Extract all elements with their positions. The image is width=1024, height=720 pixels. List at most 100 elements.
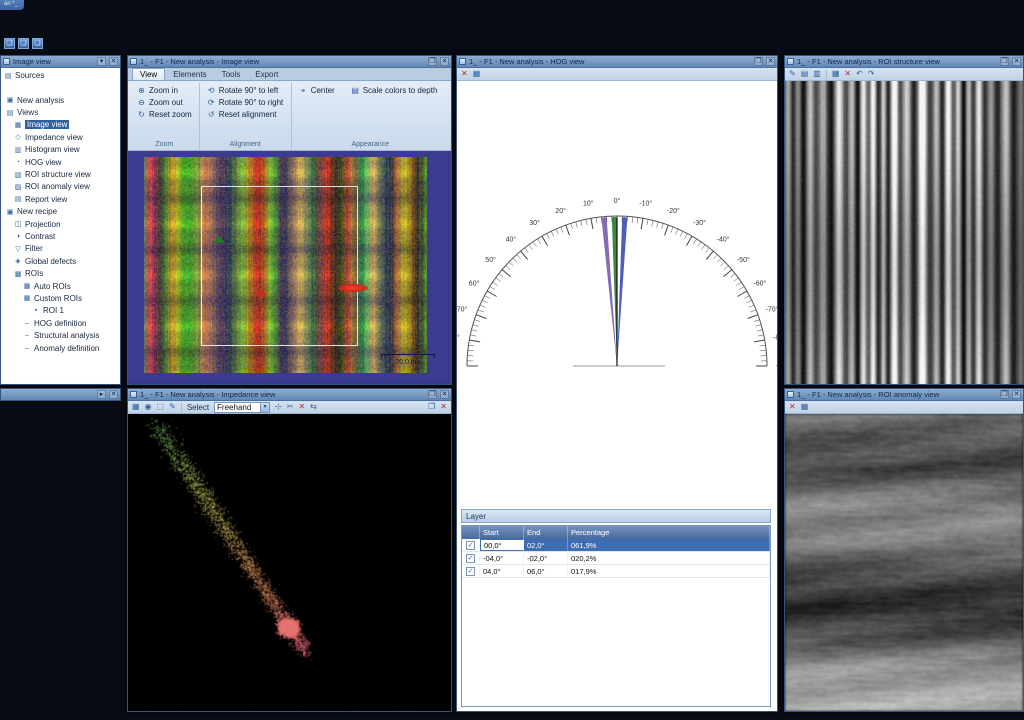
start-column-header[interactable]: Start: [480, 526, 524, 539]
tab-tools[interactable]: Tools: [215, 69, 248, 80]
tree-item-filter[interactable]: ▽Filter: [1, 243, 120, 255]
rotate-right-button[interactable]: ⟳Rotate 90° to right: [205, 96, 286, 108]
tree-item-histogram-view[interactable]: ▥Histogram view: [1, 144, 120, 156]
zoom-out-button[interactable]: ⊖Zoom out: [135, 96, 194, 108]
green-marker-icon[interactable]: [214, 235, 224, 243]
tree-item-rois[interactable]: ▩ROIs: [1, 267, 120, 279]
red-marker-icon[interactable]: [259, 289, 267, 299]
hog-view-titlebar[interactable]: 1_ - F1 - New analysis - HOG view ❐ ✕: [457, 56, 777, 68]
fill-icon[interactable]: ▦: [832, 69, 840, 79]
tree-item-roi-1[interactable]: ▪ROI 1: [1, 305, 120, 317]
impedance-view-titlebar[interactable]: 1_ - F1 - New analysis - Impedance view …: [128, 389, 451, 401]
pin-menu-icon[interactable]: ▾: [97, 57, 106, 66]
tree-item-impedance-view[interactable]: ◇Impedance view: [1, 131, 120, 143]
roi-anomaly-canvas[interactable]: [785, 414, 1023, 711]
roi-anomaly-titlebar[interactable]: 1_ - F1 - New analysis - ROI anomaly vie…: [785, 389, 1023, 401]
tree-root-sources[interactable]: ▤ Sources: [1, 69, 120, 82]
redo-icon[interactable]: ↷: [868, 69, 875, 79]
layers-icon[interactable]: ▥: [813, 69, 821, 79]
add-selection-icon[interactable]: ⊹: [275, 402, 282, 412]
close-icon[interactable]: ✕: [440, 390, 449, 399]
dock-strip-titlebar[interactable]: ▸ ✕: [1, 389, 120, 401]
tree-item-contrast[interactable]: ◑Contrast: [1, 230, 120, 242]
tree-item-custom-rois[interactable]: ▦Custom ROIs: [1, 292, 120, 304]
tree-item-hog-view[interactable]: ◔HOG view: [1, 156, 120, 168]
tree-item-anomaly-definition[interactable]: –Anomaly definition: [1, 342, 120, 354]
rotate-left-button[interactable]: ⟲Rotate 90° to left: [205, 84, 286, 96]
expand-icon[interactable]: ▸: [97, 390, 106, 399]
select-mode-dropdown[interactable]: Freehand ▾: [214, 402, 270, 413]
image-view-content[interactable]: 20,0 nm: [128, 151, 451, 384]
grid-icon[interactable]: ▦: [132, 402, 140, 412]
tab-export[interactable]: Export: [248, 69, 285, 80]
image-view-titlebar[interactable]: 1_ - F1 - New analysis - Image view ❐ ✕: [128, 56, 451, 68]
maximize-icon[interactable]: ❐: [428, 57, 437, 66]
tree-item-global-defects[interactable]: ◈Global defects: [1, 255, 120, 267]
delete-icon[interactable]: ✕: [440, 402, 447, 412]
grid-icon[interactable]: ▤: [801, 69, 809, 79]
start-cell[interactable]: 04,0°: [480, 565, 524, 577]
tree-item-report-view[interactable]: ▤Report view: [1, 193, 120, 205]
clear-selection-icon[interactable]: ✕: [298, 402, 305, 412]
close-icon[interactable]: ✕: [440, 57, 449, 66]
end-cell[interactable]: -02,0°: [524, 552, 568, 564]
draw-icon[interactable]: ✎: [789, 69, 796, 79]
grid-icon[interactable]: ▦: [801, 402, 809, 412]
window-layout-icon[interactable]: ❏: [4, 38, 15, 49]
roi-rectangle[interactable]: [201, 186, 358, 346]
maximize-icon[interactable]: ❐: [754, 57, 763, 66]
tree-item-new-recipe[interactable]: ▣New recipe: [1, 206, 120, 218]
percentage-column-header[interactable]: Percentage: [568, 526, 770, 539]
maximize-icon[interactable]: ❐: [428, 390, 437, 399]
center-button[interactable]: ⌖Center: [297, 84, 337, 97]
end-cell[interactable]: 02,0°: [524, 539, 568, 551]
tree-item-roi-structure-view[interactable]: ▧ROI structure view: [1, 168, 120, 180]
close-icon[interactable]: ✕: [1012, 390, 1021, 399]
swap-icon[interactable]: ⇆: [310, 402, 317, 412]
draw-icon[interactable]: ✎: [169, 402, 176, 412]
tree-item-projection[interactable]: ◫Projection: [1, 218, 120, 230]
sources-panel-titlebar[interactable]: Image view ▾ ✕: [1, 56, 120, 68]
layer-checkbox[interactable]: ✓: [466, 554, 475, 563]
end-column-header[interactable]: End: [524, 526, 568, 539]
start-cell[interactable]: -04,0°: [480, 552, 524, 564]
layer-checkbox[interactable]: ✓: [466, 567, 475, 576]
roi-structure-titlebar[interactable]: 1_ - F1 - New analysis - ROI structure v…: [785, 56, 1023, 68]
tree-item-roi-anomaly-view[interactable]: ▨ROI anomaly view: [1, 181, 120, 193]
tree-item-views[interactable]: ▤Views: [1, 106, 120, 118]
roi-structure-image-area[interactable]: [785, 81, 1023, 384]
close-icon[interactable]: ✕: [1012, 57, 1021, 66]
maximize-icon[interactable]: ❐: [1000, 57, 1009, 66]
tree-item-structural-analysis[interactable]: –Structural analysis: [1, 329, 120, 341]
tree-item-new-analysis[interactable]: ▣New analysis: [1, 94, 120, 106]
window-layout-icon[interactable]: ❏: [18, 38, 29, 49]
export-icon[interactable]: ❐: [428, 402, 435, 412]
reset-alignment-button[interactable]: ↺Reset alignment: [205, 108, 286, 120]
end-cell[interactable]: 06,0°: [524, 565, 568, 577]
chevron-down-icon[interactable]: ▾: [260, 403, 269, 412]
roi-structure-canvas[interactable]: [785, 81, 1023, 384]
scale-colors-button[interactable]: ▤Scale colors to depth: [349, 84, 440, 97]
layer-checkbox[interactable]: ✓: [466, 541, 475, 550]
cut-icon[interactable]: ✂: [287, 402, 294, 412]
close-icon[interactable]: ✕: [766, 57, 775, 66]
tab-view[interactable]: View: [132, 68, 165, 80]
close-icon[interactable]: ✕: [109, 57, 118, 66]
ellipse-select-icon[interactable]: ◉: [145, 402, 152, 412]
roi-anomaly-image-area[interactable]: [785, 414, 1023, 711]
tab-elements[interactable]: Elements: [166, 69, 213, 80]
window-layout-icon[interactable]: ❏: [32, 38, 43, 49]
impedance-scatter-canvas[interactable]: [128, 414, 451, 711]
tree-item-hog-definition[interactable]: –HOG definition: [1, 317, 120, 329]
table-row[interactable]: ✓ -04,0° -02,0° 020,2%: [462, 552, 770, 565]
undo-icon[interactable]: ↶: [856, 69, 863, 79]
clear-icon[interactable]: ✕: [461, 69, 468, 79]
tree-item-image-view[interactable]: ▦Image view: [1, 119, 120, 131]
maximize-icon[interactable]: ❐: [1000, 390, 1009, 399]
close-icon[interactable]: ✕: [109, 390, 118, 399]
grid-icon[interactable]: ▦: [473, 69, 481, 79]
tree-item-auto-rois[interactable]: ▦Auto ROIs: [1, 280, 120, 292]
clear-icon[interactable]: ✕: [844, 69, 851, 79]
rectangle-select-icon[interactable]: ⬚: [157, 402, 165, 412]
clear-icon[interactable]: ✕: [789, 402, 796, 412]
